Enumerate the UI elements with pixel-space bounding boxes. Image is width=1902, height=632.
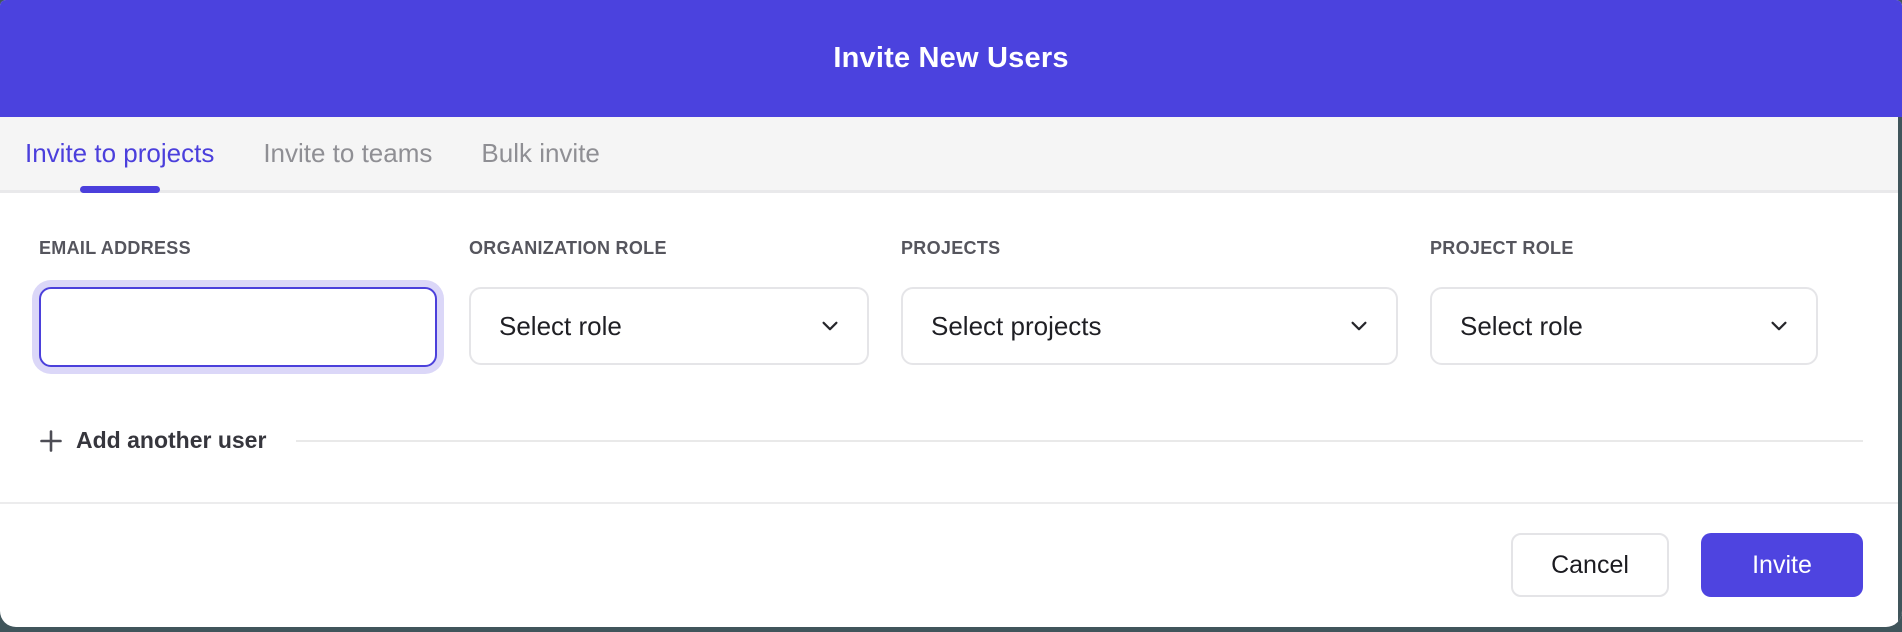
chevron-down-icon xyxy=(819,315,841,337)
project-role-select[interactable]: Select role xyxy=(1430,287,1818,365)
chevron-down-icon xyxy=(1768,315,1790,337)
invite-users-modal: Invite New Users Invite to projects Invi… xyxy=(0,0,1902,627)
tab-label: Bulk invite xyxy=(481,138,600,169)
tab-label: Invite to teams xyxy=(263,138,432,169)
scrollbar[interactable] xyxy=(1898,117,1902,627)
organization-role-label: ORGANIZATION ROLE xyxy=(469,237,869,259)
modal-header: Invite New Users xyxy=(0,0,1902,117)
add-user-row: Add another user xyxy=(39,427,1863,454)
organization-role-select[interactable]: Select role xyxy=(469,287,869,365)
tab-invite-to-teams[interactable]: Invite to teams xyxy=(263,117,432,190)
chevron-down-icon xyxy=(1348,315,1370,337)
modal-title: Invite New Users xyxy=(833,42,1068,75)
add-another-user-label: Add another user xyxy=(76,427,266,454)
email-address-label: EMAIL ADDRESS xyxy=(39,237,437,259)
cancel-button[interactable]: Cancel xyxy=(1511,533,1669,597)
tab-bar: Invite to projects Invite to teams Bulk … xyxy=(0,117,1902,193)
user-invite-row: EMAIL ADDRESS ORGANIZATION ROLE Select r… xyxy=(39,237,1863,367)
row-divider xyxy=(296,440,1863,442)
tab-label: Invite to projects xyxy=(25,138,214,169)
select-value: Select role xyxy=(1460,311,1583,342)
tab-bulk-invite[interactable]: Bulk invite xyxy=(481,117,600,190)
active-tab-indicator xyxy=(80,186,160,193)
select-value: Select role xyxy=(499,311,622,342)
email-field-group: EMAIL ADDRESS xyxy=(39,237,437,367)
organization-role-field-group: ORGANIZATION ROLE Select role xyxy=(469,237,869,367)
modal-body: EMAIL ADDRESS ORGANIZATION ROLE Select r… xyxy=(0,193,1902,454)
project-role-field-group: PROJECT ROLE Select role xyxy=(1430,237,1818,367)
tab-invite-to-projects[interactable]: Invite to projects xyxy=(25,117,214,190)
select-value: Select projects xyxy=(931,311,1102,342)
plus-icon xyxy=(39,429,63,453)
modal-footer: Cancel Invite xyxy=(0,504,1902,626)
email-address-input[interactable] xyxy=(39,287,437,367)
project-role-label: PROJECT ROLE xyxy=(1430,237,1818,259)
projects-field-group: PROJECTS Select projects xyxy=(901,237,1398,367)
projects-select[interactable]: Select projects xyxy=(901,287,1398,365)
add-another-user-button[interactable]: Add another user xyxy=(39,427,266,454)
invite-button[interactable]: Invite xyxy=(1701,533,1863,597)
projects-label: PROJECTS xyxy=(901,237,1398,259)
